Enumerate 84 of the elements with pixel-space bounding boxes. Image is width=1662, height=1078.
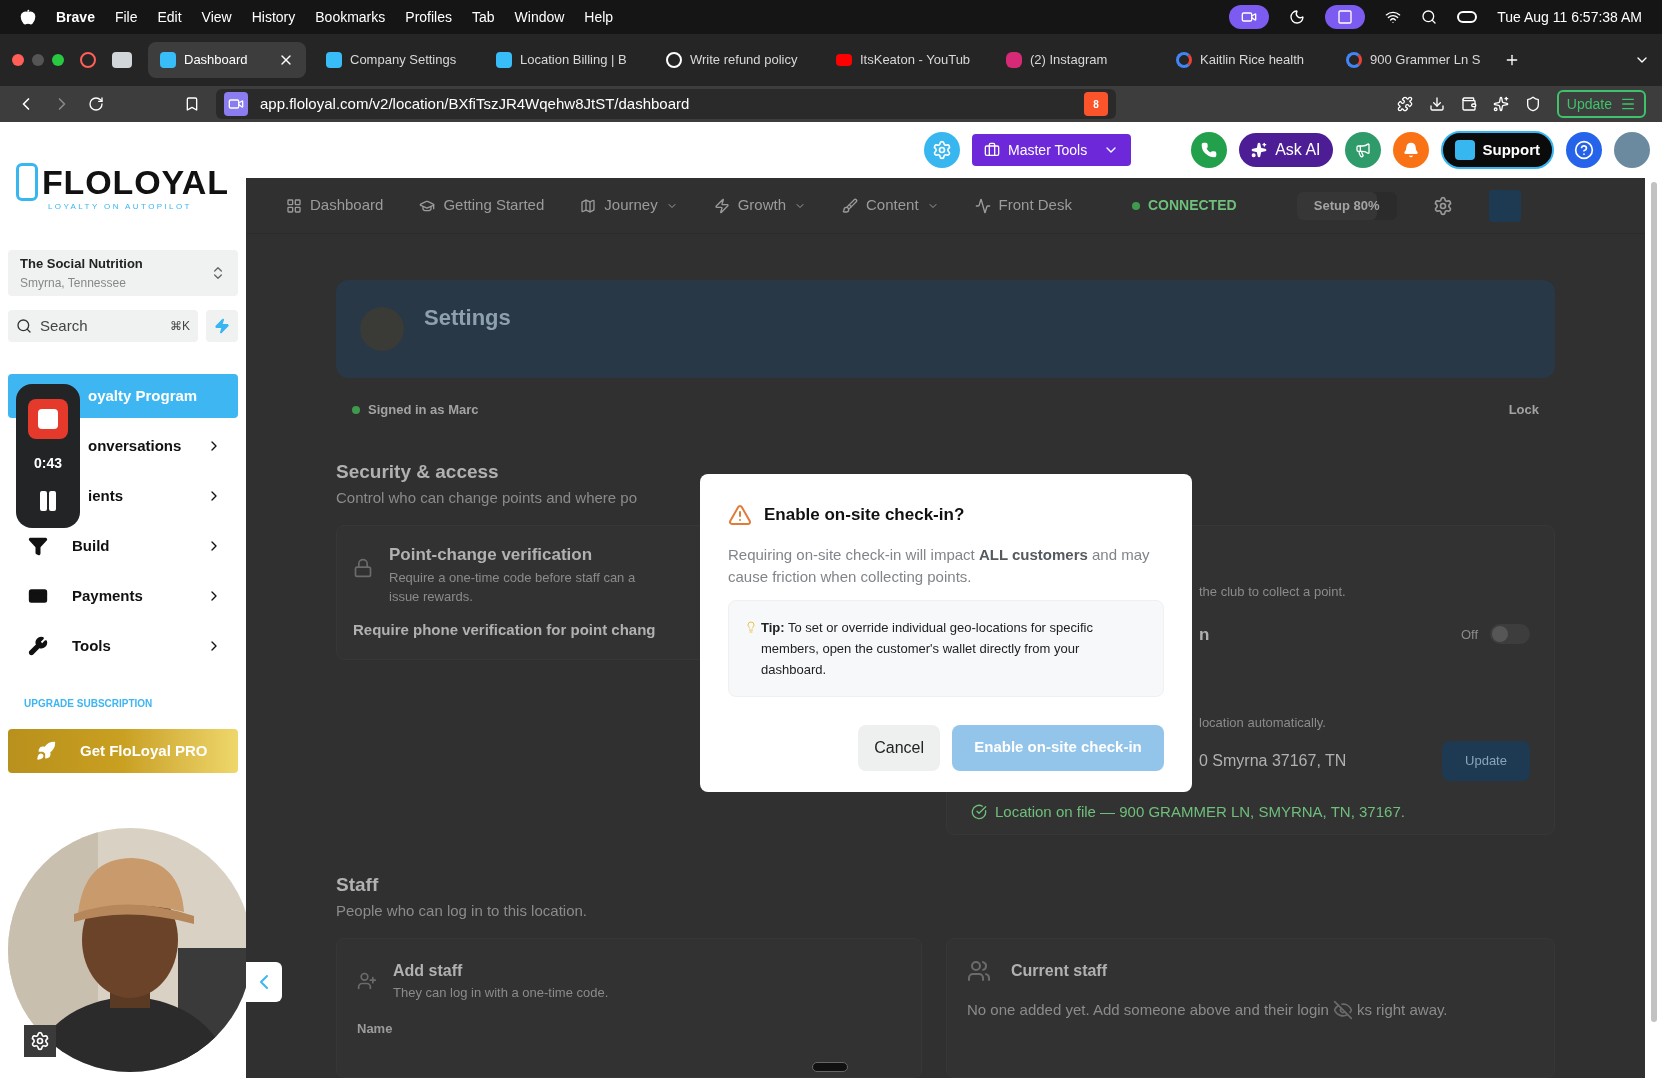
- nav-item[interactable]: ients: [82, 474, 238, 518]
- url-text: app.floloyal.com/v2/location/BXfiTszJR4Wqehw8JtST/dashboard: [260, 93, 691, 114]
- card-title: Current staff: [1011, 961, 1107, 981]
- top-nav-item[interactable]: Getting Started: [419, 191, 545, 220]
- location-on-file: Location on file — 900 GRAMMER LN, SMYRNA, TN, 37167.: [971, 800, 1405, 823]
- signed-in-status: Signed in as Marc: [352, 400, 479, 420]
- nav-item[interactable]: Payments: [8, 574, 238, 618]
- browser-tab[interactable]: Write refund policy: [654, 42, 816, 78]
- card-description: They can log in with a one-time code.: [393, 984, 609, 1002]
- top-nav-item[interactable]: Dashboard: [286, 191, 384, 220]
- menu-item[interactable]: Window: [514, 6, 565, 28]
- dialog-title: Enable on-site check-in?: [764, 504, 965, 526]
- nav-item[interactable]: Build: [8, 524, 238, 568]
- browser-tab[interactable]: 900 Grammer Ln S: [1334, 42, 1496, 78]
- logo-wordmark: FLOLOYAL: [42, 165, 229, 199]
- tab-title: 900 Grammer Ln S: [1370, 51, 1481, 70]
- section-subtitle: People who can log in to this location.: [336, 900, 588, 921]
- tab-title: ItsKeaton - YouTub: [860, 51, 971, 70]
- card-description: location automatically.: [1199, 714, 1326, 732]
- setting-label: n: [1199, 623, 1210, 646]
- browser-tab[interactable]: Kaitlin Rice health: [1164, 42, 1326, 78]
- menu-item[interactable]: Bookmarks: [315, 6, 386, 28]
- browser-tab[interactable]: ItsKeaton - YouTub: [824, 42, 986, 78]
- upgrade-label: UPGRADE SUBSCRIPTION: [23, 697, 154, 711]
- browser-tab[interactable]: (2) Instagram: [994, 42, 1156, 78]
- search-field[interactable]: Search ⌘K: [8, 310, 198, 342]
- recording-time: 0:43: [34, 454, 62, 474]
- tab-title: (2) Instagram: [1030, 51, 1108, 70]
- section-title: Security & access: [336, 460, 500, 484]
- menu-item[interactable]: View: [201, 6, 232, 28]
- connection-status: CONNECTED: [1131, 195, 1237, 216]
- update-button[interactable]: Update: [1556, 90, 1646, 118]
- support-button[interactable]: Support: [1440, 131, 1554, 169]
- location-selector[interactable]: The Social Nutrition Smyrna, Tennessee: [8, 250, 238, 296]
- browser-tab[interactable]: Dashboard: [148, 42, 306, 78]
- top-nav-item[interactable]: Journey: [580, 191, 678, 220]
- dialog-message: Requiring on-site check-in will impact ALL customers and may cause friction when collecting points.: [728, 544, 1151, 587]
- menu-item[interactable]: Profiles: [405, 6, 452, 28]
- menu-item[interactable]: File: [114, 6, 138, 28]
- ask-ai-button[interactable]: Ask AI: [1239, 133, 1333, 167]
- menu-item[interactable]: History: [251, 6, 296, 28]
- browser-tab[interactable]: Location Billing | B: [484, 42, 646, 78]
- address-bar[interactable]: app.floloyal.com/v2/location/BXfiTszJR4Wqehw8JtST/dashboard 8: [216, 89, 1116, 119]
- card-description: issue rewards.: [389, 588, 474, 606]
- app-menu[interactable]: Brave: [56, 6, 95, 28]
- page-title: Settings: [424, 303, 511, 332]
- search-input[interactable]: Search: [40, 314, 160, 338]
- tab-title: Write refund policy: [690, 51, 798, 70]
- empty-state-text: ks right away.: [1356, 1000, 1448, 1020]
- tab-title: Location Billing | B: [520, 51, 627, 70]
- card-description: the club to collect a point.: [1199, 583, 1346, 601]
- update-button[interactable]: Update: [1442, 740, 1530, 781]
- card-title: Add staff: [393, 961, 464, 981]
- master-tools-button[interactable]: Master Tools: [972, 134, 1132, 166]
- nav-item[interactable]: Tools: [8, 624, 238, 668]
- setup-progress-label: Setup 80%: [1313, 196, 1380, 215]
- menu-item[interactable]: Tab: [472, 6, 495, 28]
- card-title: Point-change verification: [389, 544, 594, 566]
- top-nav-item[interactable]: Front Desk: [974, 191, 1072, 220]
- cancel-button[interactable]: Cancel: [858, 724, 940, 771]
- tip-text: Tip: To set or override individual geo-locations for specific members, open the customer's wallet directly from your dashboard.: [761, 618, 1094, 679]
- top-nav-item[interactable]: Content: [842, 191, 939, 220]
- logo-tagline: LOYALTY ON AUTOPILOT: [47, 201, 193, 213]
- address-value: 0 Smyrna 37167, TN: [1199, 750, 1347, 771]
- toggle-label: Off: [1460, 625, 1478, 644]
- menu-item[interactable]: Help: [584, 6, 614, 28]
- shortcut-hint: ⌘K: [170, 318, 190, 335]
- nav-item[interactable]: onversations: [82, 424, 238, 468]
- menu-item[interactable]: Edit: [157, 6, 182, 28]
- lock-link[interactable]: Lock: [1508, 400, 1539, 420]
- section-subtitle: Control who can change points and where po: [336, 487, 639, 508]
- setting-label: Require phone verification for point chang: [353, 619, 656, 640]
- browser-tab[interactable]: Company Settings: [314, 42, 476, 78]
- tab-title: Dashboard: [184, 51, 248, 70]
- tab-title: Kaitlin Rice health: [1200, 51, 1305, 70]
- location-name: The Social Nutrition: [20, 255, 144, 274]
- empty-state-text: No one added yet. Add someone above and their login: [967, 1000, 1329, 1020]
- field-label: Name: [357, 1019, 394, 1038]
- top-nav-item[interactable]: Growth: [713, 191, 807, 220]
- section-title: Staff: [336, 873, 380, 897]
- location-city: Smyrna, Tennessee: [20, 274, 127, 292]
- clock[interactable]: Tue Aug 11 6:57:38 AM: [1497, 6, 1642, 28]
- tab-title: Company Settings: [350, 51, 457, 70]
- card-description: Require a one-time code before staff can a: [389, 568, 636, 587]
